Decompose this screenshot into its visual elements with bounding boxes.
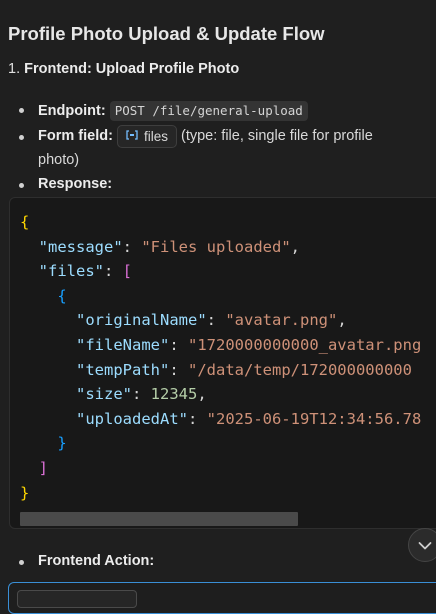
chevron-down-icon [418, 536, 432, 555]
code-content: { "message": "Files uploaded", "files": … [20, 210, 421, 505]
code-line-11: ] [38, 458, 49, 477]
field-reference-chip[interactable]: files [116, 125, 177, 148]
endpoint-label: Endpoint: [38, 103, 106, 119]
form-field-label: Form field: [38, 128, 113, 144]
bullet-dot [19, 108, 24, 113]
step-number: 1. [8, 61, 21, 77]
scroll-down-button[interactable] [408, 528, 436, 562]
code-line-6: "fileName": "1720000000000_avatar.png [76, 335, 422, 354]
response-label: Response: [38, 176, 113, 192]
symbol-field-icon [126, 127, 138, 146]
code-line-5: "originalName": "avatar.png", [76, 311, 347, 330]
bullet-dot [19, 183, 24, 188]
bullet-dot [19, 135, 24, 140]
code-line-1: { [20, 213, 30, 231]
code-line-10: } [57, 434, 67, 453]
code-line-12: } [20, 483, 30, 502]
form-field-desc-cont: photo) [38, 152, 80, 168]
step-title: Frontend: Upload Profile Photo [24, 61, 240, 77]
context-attachment-chip[interactable] [17, 590, 137, 608]
endpoint-bullet: Endpoint: POST /file/general-upload [38, 101, 308, 121]
code-line-3: "files": [ [38, 262, 133, 281]
horizontal-scrollbar[interactable] [20, 512, 298, 526]
code-line-8: "size": 12345, [76, 385, 207, 404]
step-1-item: 1. Frontend: Upload Profile Photo [8, 61, 239, 77]
form-field-bullet: Form field: files (type: file, single fi… [38, 125, 373, 148]
form-field-desc: (type: file, single file for profile [181, 128, 373, 144]
code-line-9: "uploadedAt": "2025-06-19T12:34:56.78 [76, 409, 422, 428]
endpoint-code: POST /file/general-upload [109, 101, 308, 121]
code-line-2: "message": "Files uploaded", [38, 237, 300, 256]
code-line-4: { [57, 286, 67, 305]
chat-input-box[interactable] [8, 582, 436, 614]
response-bullet: Response: [38, 176, 112, 192]
section-heading: Profile Photo Upload & Update Flow [8, 23, 325, 44]
chat-response-panel: Profile Photo Upload & Update Flow 1. Fr… [0, 0, 436, 614]
json-code-block[interactable]: { "message": "Files uploaded", "files": … [9, 197, 436, 529]
frontend-action-bullet: Frontend Action: [38, 553, 154, 569]
bullet-dot [19, 560, 24, 565]
field-chip-text: files [143, 129, 168, 144]
code-line-7: "tempPath": "/data/temp/172000000000 [76, 360, 412, 379]
frontend-action-label: Frontend Action: [38, 553, 155, 569]
